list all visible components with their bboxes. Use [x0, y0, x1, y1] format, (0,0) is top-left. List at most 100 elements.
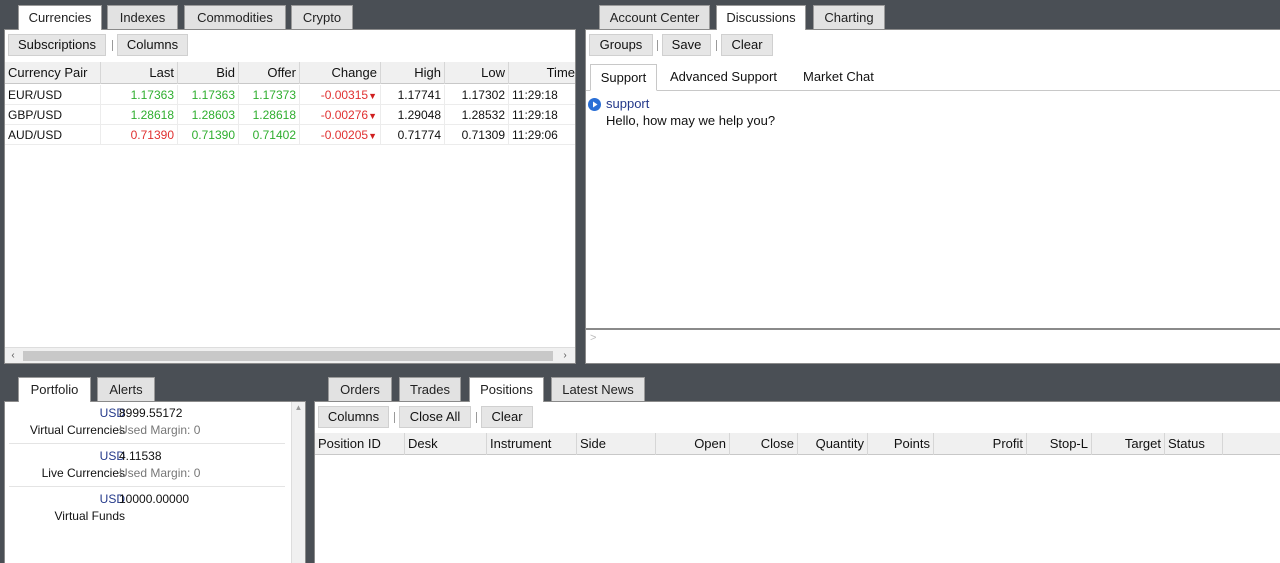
column-header-last[interactable]: Last — [101, 62, 178, 84]
toolbar-separator — [394, 412, 395, 423]
cell-time: 11:29:06 — [509, 125, 575, 145]
chat-prompt-icon: > — [590, 332, 597, 344]
tab-commodities[interactable]: Commodities — [184, 5, 286, 29]
scroll-up-icon[interactable]: ▲ — [292, 403, 305, 412]
portfolio-amount: 8999.55172 — [119, 406, 183, 420]
column-header-time[interactable]: Time — [509, 62, 575, 84]
tab-discussions[interactable]: Discussions — [716, 5, 806, 30]
portfolio-label: Virtual Currencies — [29, 423, 125, 437]
play-icon — [588, 98, 601, 111]
close-all-button[interactable]: Close All — [399, 406, 471, 428]
market-grid-header: Currency Pair Last Bid Offer Change High… — [5, 62, 575, 84]
portfolio-tabbar: Portfolio Alerts — [4, 377, 306, 402]
tab-market-chat[interactable]: Market Chat — [803, 64, 874, 90]
message-sender[interactable]: support — [606, 96, 649, 111]
portfolio-item[interactable]: USD 8999.55172 Virtual Currencies Used M… — [5, 406, 305, 446]
column-header-quantity[interactable]: Quantity — [798, 433, 868, 455]
column-header-position-id[interactable]: Position ID — [315, 433, 405, 455]
portfolio-item[interactable]: USD 10000.00000 Virtual Funds — [5, 492, 305, 532]
portfolio-item[interactable]: USD 4.11538 Live Currencies Used Margin:… — [5, 449, 305, 489]
tab-positions[interactable]: Positions — [469, 377, 544, 402]
tab-support[interactable]: Support — [590, 64, 657, 91]
scroll-right-icon[interactable]: › — [557, 348, 573, 363]
arrow-down-icon: ▼ — [368, 111, 377, 121]
positions-toolbar: Columns Close All Clear — [315, 402, 1280, 432]
tab-portfolio[interactable]: Portfolio — [18, 377, 91, 402]
scrollbar-thumb[interactable] — [23, 351, 553, 361]
tab-currencies[interactable]: Currencies — [18, 5, 102, 30]
cell-change: -0.00205▼ — [300, 125, 381, 145]
column-header-bid[interactable]: Bid — [178, 62, 239, 84]
portfolio-label: Virtual Funds — [54, 509, 125, 523]
tab-crypto[interactable]: Crypto — [291, 5, 353, 29]
discussions-toolbar: Groups Save Clear — [586, 30, 1280, 60]
horizontal-scrollbar[interactable]: ‹ › — [5, 347, 575, 363]
arrow-down-icon: ▼ — [368, 91, 377, 101]
column-header-low[interactable]: Low — [445, 62, 509, 84]
cell-offer: 0.71402 — [239, 125, 300, 145]
cell-bid: 1.28603 — [178, 105, 239, 125]
cell-offer: 1.28618 — [239, 105, 300, 125]
tab-charting[interactable]: Charting — [813, 5, 885, 29]
arrow-down-icon: ▼ — [368, 131, 377, 141]
column-header-offer[interactable]: Offer — [239, 62, 300, 84]
market-columns-button[interactable]: Columns — [117, 34, 188, 56]
cell-change: -0.00276▼ — [300, 105, 381, 125]
positions-panel: Orders Trades Positions Latest News Colu… — [314, 377, 1280, 563]
cell-high: 1.29048 — [381, 105, 445, 125]
column-header-open[interactable]: Open — [656, 433, 730, 455]
cell-high: 0.71774 — [381, 125, 445, 145]
tab-trades[interactable]: Trades — [399, 377, 461, 401]
table-row[interactable]: EUR/USD 1.17363 1.17363 1.17373 -0.00315… — [5, 85, 575, 105]
tab-alerts[interactable]: Alerts — [97, 377, 155, 401]
column-header-high[interactable]: High — [381, 62, 445, 84]
chat-input[interactable]: > — [586, 328, 1280, 363]
column-header-side[interactable]: Side — [577, 433, 656, 455]
vertical-scrollbar[interactable]: ▲ — [291, 402, 305, 563]
clear-positions-button[interactable]: Clear — [481, 406, 533, 428]
change-value: -0.00276 — [320, 108, 369, 122]
cell-change: -0.00315▼ — [300, 85, 381, 105]
toolbar-separator — [112, 40, 113, 51]
groups-button[interactable]: Groups — [589, 34, 653, 56]
table-row[interactable]: GBP/USD 1.28618 1.28603 1.28618 -0.00276… — [5, 105, 575, 125]
chat-log: support Hello, how may we help you? — [586, 92, 1280, 328]
discussions-body: Groups Save Clear Support Advanced Suppo… — [585, 29, 1280, 364]
scroll-left-icon[interactable]: ‹ — [5, 348, 21, 363]
column-header-stop-loss[interactable]: Stop-L — [1027, 433, 1092, 455]
positions-columns-button[interactable]: Columns — [318, 406, 389, 428]
cell-time: 11:29:18 — [509, 85, 575, 105]
tab-orders[interactable]: Orders — [328, 377, 392, 401]
column-header-currency-pair[interactable]: Currency Pair — [5, 62, 101, 84]
portfolio-amount: 10000.00000 — [119, 492, 190, 506]
portfolio-divider — [9, 443, 285, 444]
column-header-points[interactable]: Points — [868, 433, 934, 455]
tab-indexes[interactable]: Indexes — [107, 5, 178, 29]
column-header-status[interactable]: Status — [1165, 433, 1223, 455]
market-panel: Currencies Indexes Commodities Crypto Su… — [4, 5, 576, 364]
tab-account-center[interactable]: Account Center — [599, 5, 710, 29]
change-value: -0.00205 — [320, 128, 369, 142]
market-toolbar: Subscriptions Columns — [5, 30, 575, 60]
column-header-close[interactable]: Close — [730, 433, 798, 455]
tab-advanced-support[interactable]: Advanced Support — [670, 64, 777, 90]
column-header-desk[interactable]: Desk — [405, 433, 487, 455]
column-header-profit[interactable]: Profit — [934, 433, 1027, 455]
message-text: Hello, how may we help you? — [606, 113, 776, 128]
subscriptions-button[interactable]: Subscriptions — [8, 34, 106, 56]
column-header-change[interactable]: Change — [300, 62, 381, 84]
save-button[interactable]: Save — [662, 34, 711, 56]
cell-low: 1.17302 — [445, 85, 509, 105]
chat-tabbar: Support Advanced Support Market Chat — [586, 63, 1280, 91]
cell-bid: 0.71390 — [178, 125, 239, 145]
cell-pair: GBP/USD — [5, 105, 101, 125]
column-header-target[interactable]: Target — [1092, 433, 1165, 455]
cell-last: 1.17363 — [101, 85, 178, 105]
clear-chat-button[interactable]: Clear — [721, 34, 773, 56]
table-row[interactable]: AUD/USD 0.71390 0.71390 0.71402 -0.00205… — [5, 125, 575, 145]
cell-time: 11:29:18 — [509, 105, 575, 125]
tab-latest-news[interactable]: Latest News — [551, 377, 645, 401]
cell-high: 1.17741 — [381, 85, 445, 105]
column-header-instrument[interactable]: Instrument — [487, 433, 577, 455]
change-value: -0.00315 — [320, 88, 369, 102]
